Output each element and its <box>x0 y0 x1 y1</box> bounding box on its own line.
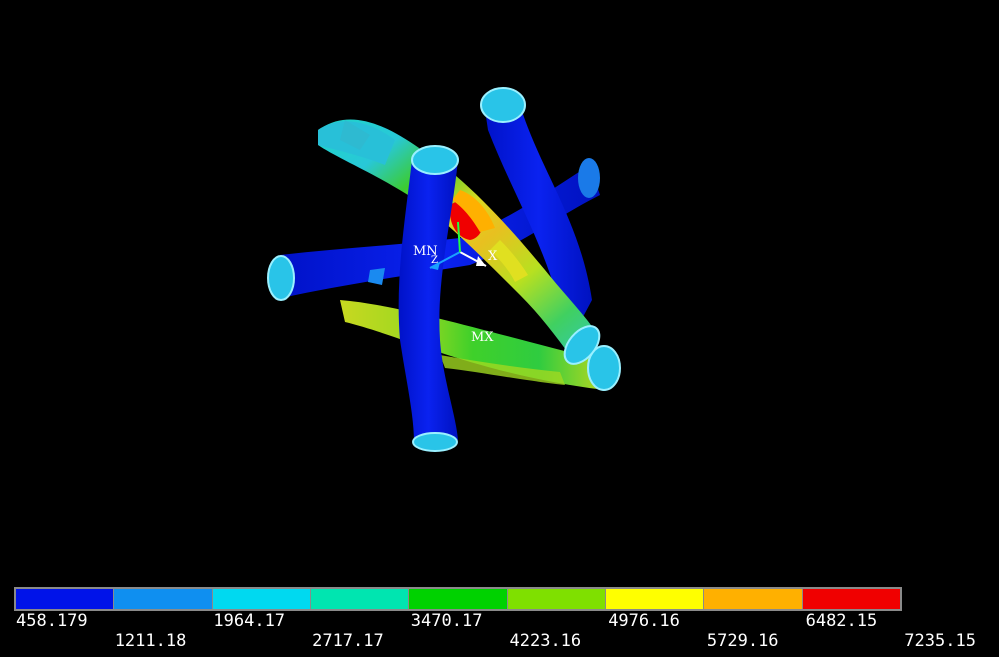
tube-cap <box>480 87 526 123</box>
legend-swatch-8 <box>704 589 803 609</box>
legend-value-bottom-3: 4223.16 <box>509 631 582 651</box>
legend-swatch-3 <box>212 589 311 609</box>
legend-value-bottom-1: 1211.18 <box>114 631 187 651</box>
tube-cap <box>267 255 295 301</box>
tube-cap <box>412 432 458 452</box>
tube-cap <box>411 145 459 175</box>
legend-value-top-1: 458.179 <box>16 611 88 631</box>
legend-swatch-6 <box>507 589 606 609</box>
legend-value-bottom-5: 7235.15 <box>904 631 976 651</box>
legend-value-bottom-4: 5729.16 <box>706 631 779 651</box>
legend-swatch-7 <box>605 589 705 609</box>
model-viewport[interactable]: MN Z X MX <box>0 0 999 580</box>
legend-swatch-1 <box>16 589 115 609</box>
axis-x-label: X <box>488 249 498 264</box>
legend-value-top-4: 4976.16 <box>608 611 680 631</box>
legend-swatch-9 <box>802 589 900 609</box>
legend-swatch-4 <box>310 589 410 609</box>
fem-model-render: MN Z X MX <box>267 87 621 452</box>
legend-swatch-2 <box>114 589 213 609</box>
legend-value-bottom-2: 2717.17 <box>312 631 384 651</box>
legend-value-top-5: 6482.15 <box>805 611 878 631</box>
legend-value-top-3: 3470.17 <box>410 611 483 631</box>
legend-value-top-2: 1964.17 <box>213 611 286 631</box>
contour-legend-bar <box>14 587 902 611</box>
axis-z-label: Z <box>431 255 438 266</box>
max-marker-label: MX <box>471 330 494 345</box>
legend-swatch-5 <box>409 589 508 609</box>
